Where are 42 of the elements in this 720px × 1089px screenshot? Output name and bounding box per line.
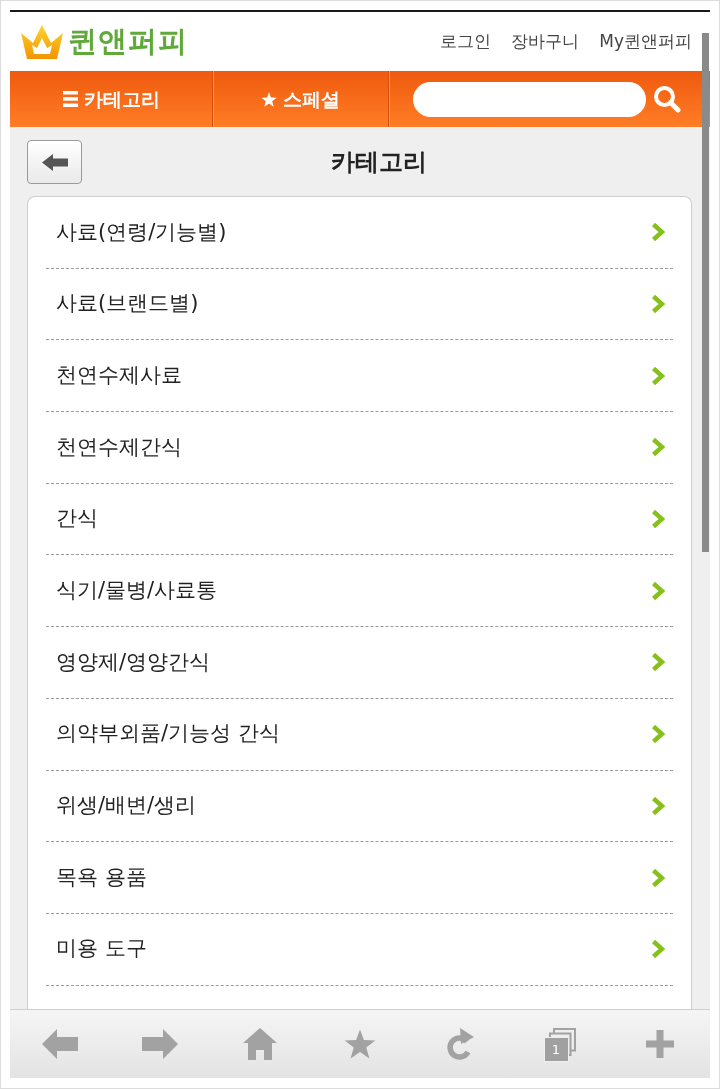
chevron-right-icon xyxy=(651,724,665,745)
crown-icon xyxy=(20,23,64,60)
category-item[interactable]: 천연수제간식 xyxy=(46,412,673,484)
search-icon xyxy=(653,85,681,113)
star-icon xyxy=(344,1029,376,1059)
header-link[interactable]: 장바구니 xyxy=(511,28,580,55)
reload-icon xyxy=(446,1028,474,1060)
chevron-right-icon xyxy=(651,795,665,816)
arrow-right-icon xyxy=(142,1029,178,1059)
scrollbar-thumb[interactable] xyxy=(702,33,709,552)
chevron-right-icon xyxy=(651,222,665,243)
category-item[interactable]: 천연수제사료 xyxy=(46,340,673,413)
chevron-right-icon xyxy=(651,294,665,315)
category-item[interactable]: 식기/물병/사료통 xyxy=(46,555,673,628)
arrow-left-icon xyxy=(41,153,68,171)
category-item[interactable]: 영양제/영양간식 xyxy=(46,627,673,699)
arrow-left-icon xyxy=(42,1029,78,1059)
header-link[interactable]: 로그인 xyxy=(440,28,492,55)
chevron-right-icon xyxy=(651,437,665,458)
star-icon xyxy=(261,91,277,107)
chevron-right-icon xyxy=(651,652,665,673)
chevron-right-icon xyxy=(651,867,665,888)
back-button[interactable] xyxy=(27,140,82,184)
category-item[interactable]: 위생/배변/생리 xyxy=(46,770,673,843)
category-item[interactable]: 사료(연령/기능별) xyxy=(46,197,673,269)
category-item[interactable]: 목욕 용품 xyxy=(46,842,673,914)
category-item[interactable]: 의약부외품/기능성 간식 xyxy=(46,698,673,771)
search-field[interactable] xyxy=(413,81,646,117)
category-item[interactable]: 사료(브랜드별) xyxy=(46,268,673,341)
page-title: 카테고리 xyxy=(330,147,428,177)
plus-icon xyxy=(646,1030,674,1058)
category-item[interactable]: 간식 xyxy=(46,483,673,556)
tab-count: 1 xyxy=(544,1037,568,1061)
category-item[interactable]: 미용 도구 xyxy=(46,913,673,986)
menu-icon xyxy=(62,91,78,107)
chevron-right-icon xyxy=(651,580,665,601)
chevron-right-icon xyxy=(651,365,665,386)
search-button[interactable] xyxy=(653,85,681,113)
chevron-right-icon xyxy=(651,509,665,530)
chevron-right-icon xyxy=(651,939,665,960)
header-link[interactable]: My퀸앤퍼피 xyxy=(599,28,692,55)
house-icon xyxy=(243,1028,277,1060)
